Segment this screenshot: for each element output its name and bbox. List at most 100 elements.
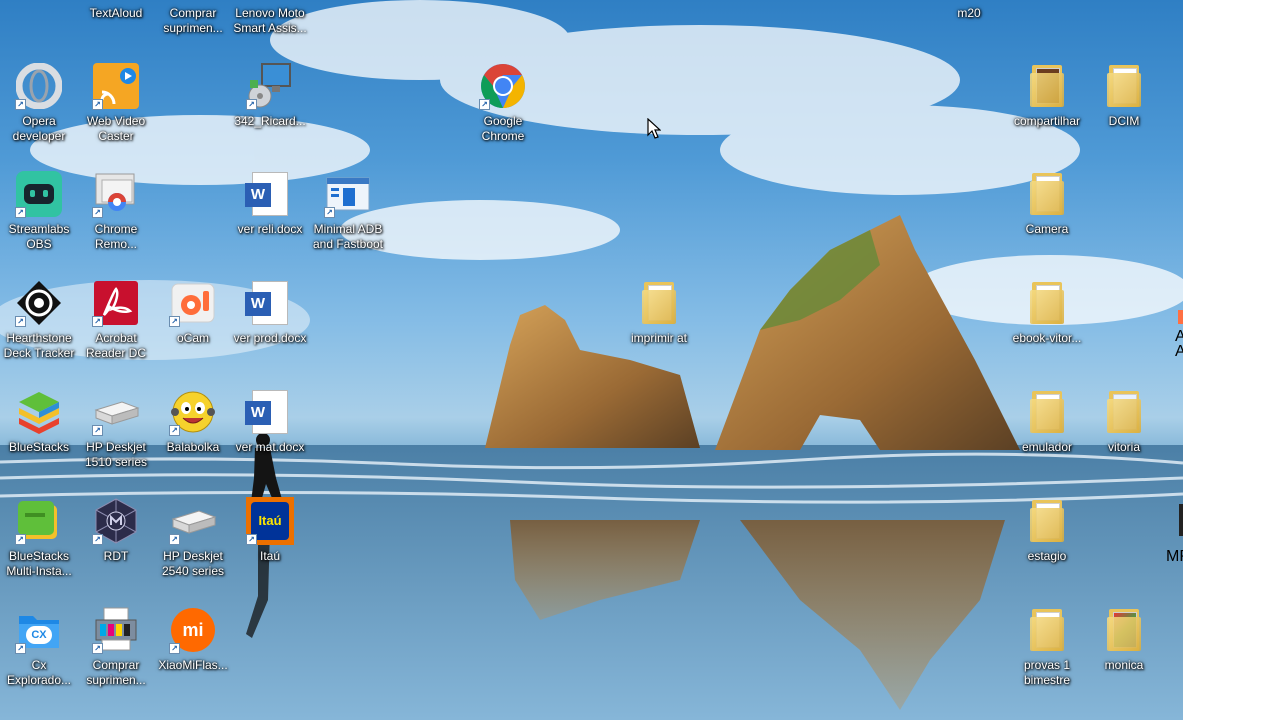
word-document-icon: W [245,279,294,327]
desktop-icon-web-video-caster[interactable]: ↗ Web Video Caster [77,62,155,144]
icon-label: emulador [1021,440,1073,454]
desktop-icon-342-ricardo[interactable]: ↗ 342_Ricard... [231,62,309,129]
icon-label: Minimal ADB and Fastboot [312,222,384,251]
desktop-icon-bluestacks-multi-instance[interactable]: ↗ BlueStacks Multi-Insta... [0,497,78,579]
desktop-icon-streamlabs-obs[interactable]: ↗ Streamlabs OBS [0,170,78,252]
desktop-icon-ebook-vitor[interactable]: ebook-vitor... [1008,279,1086,346]
shortcut-arrow-icon: ↗ [15,643,26,654]
icon-label: estagio [1027,549,1067,563]
desktop-icon-m20[interactable]: m20 [930,0,1008,21]
desktop-icon-estagio[interactable]: estagio [1008,497,1086,564]
shortcut-arrow-icon: ↗ [246,99,257,110]
icon-label: Hearthstone Deck Tracker [3,331,75,360]
folder-icon [1023,497,1071,545]
desktop-icon-ver-reli-docx[interactable]: W ver reli.docx [231,170,309,237]
shortcut-arrow-icon: ↗ [15,534,26,545]
shortcut-arrow-icon: ↗ [92,99,103,110]
desktop-icon-hp-deskjet-1510[interactable]: ↗ HP Deskjet 1510 series [77,388,155,470]
folder-icon [1023,388,1071,436]
desktop-icon-partial-a[interactable]: A A [1172,310,1183,360]
icon-label: ver prod.docx [233,331,307,345]
desktop-icon-vitoria[interactable]: vitoria [1085,388,1163,455]
desktop-icon-comprar-suprimentos-2[interactable]: ↗ Comprar suprimen... [77,606,155,688]
web-video-caster-icon: ↗ [92,62,140,110]
shortcut-arrow-icon: ↗ [169,534,180,545]
icon-label: Lenovo Moto Smart Assis... [233,6,307,35]
shortcut-arrow-icon: ↗ [92,643,103,654]
icon-label: Cx Explorado... [6,658,72,687]
shortcut-arrow-icon: ↗ [169,643,180,654]
desktop-icon-hearthstone-deck-tracker[interactable]: ↗ Hearthstone Deck Tracker [0,279,78,361]
icon-label: oCam [176,331,209,345]
desktop-icon-acrobat-reader[interactable]: ↗ Acrobat Reader DC [77,279,155,361]
desktop-icon-minimal-adb[interactable]: ↗ Minimal ADB and Fastboot [309,170,387,252]
desktop-icon-hp-deskjet-2540[interactable]: ↗ HP Deskjet 2540 series [154,497,232,579]
icon-label: Itaú [259,549,280,563]
icon-label: BlueStacks [8,440,70,454]
acrobat-reader-icon: ↗ [92,279,140,327]
desktop-icon-cx-explorador[interactable]: CX ↗ Cx Explorado... [0,606,78,688]
desktop-icon-monica[interactable]: monica [1085,606,1163,673]
shortcut-arrow-icon: ↗ [92,316,103,327]
icon-label: ver reli.docx [237,222,303,236]
desktop-icon-ver-mat-docx[interactable]: W ver mat.docx [231,388,309,455]
desktop-icon-chrome-remote[interactable]: ↗ Chrome Remo... [77,170,155,252]
folder-icon [1100,388,1148,436]
xiaomi-mi-icon: mi ↗ [169,606,217,654]
shortcut-arrow-icon: ↗ [92,534,103,545]
shortcut-arrow-icon: ↗ [92,425,103,436]
mouse-pointer-icon [647,118,661,139]
desktop-icon-balabolka[interactable]: ↗ Balabolka [154,388,232,455]
icon-label: Acrobat Reader DC [85,331,147,360]
shortcut-arrow-icon: ↗ [15,316,26,327]
desktop-icon-opera-developer[interactable]: ↗ Opera developer [0,62,78,144]
icon-label: Streamlabs OBS [8,222,70,251]
desktop-icon-lenovo-moto[interactable]: Lenovo Moto Smart Assis... [231,0,309,36]
icon-label: Google Chrome [481,114,525,143]
desktop-icon-dcim[interactable]: DCIM [1085,62,1163,129]
icon-label: compartilhar [1013,114,1081,128]
icon-label: monica [1104,658,1144,672]
desktop-icon-camera[interactable]: Camera [1008,170,1086,237]
icon-label: A [1175,343,1183,360]
printer-icon: ↗ [92,388,140,436]
shortcut-arrow-icon: ↗ [246,534,257,545]
desktop-icon-xiaomiflash[interactable]: mi ↗ XiaoMiFlas... [154,606,232,673]
printer-icon: ↗ [169,497,217,545]
desktop-icon-emulador[interactable]: emulador [1008,388,1086,455]
rdt-hexagon-icon: ↗ [92,497,140,545]
bluestacks-icon [15,388,63,436]
shortcut-arrow-icon: ↗ [479,99,490,110]
desktop-icon-textaloud[interactable]: TextAloud [77,0,155,21]
desktop-icon-compartilhar[interactable]: compartilhar [1008,62,1086,129]
shortcut-arrow-icon: ↗ [169,425,180,436]
desktop-icon-google-chrome[interactable]: ↗ Google Chrome [464,62,542,144]
folder-icon [1023,279,1071,327]
installer-computer-icon: ↗ [246,62,294,110]
opera-icon: ↗ [15,62,63,110]
desktop-icon-ocam[interactable]: ↗ oCam [154,279,232,346]
icon-label: provas 1 bimestre [1023,658,1071,687]
chrome-remote-desktop-icon: ↗ [92,170,140,218]
desktop-icon-imprimir-at[interactable]: imprimir at [620,279,698,346]
desktop-icon-partial-mp[interactable]: MP [1160,500,1183,570]
shortcut-arrow-icon: ↗ [324,207,335,218]
icon-label: ebook-vitor... [1012,331,1082,345]
cx-explorer-folder-icon: CX ↗ [15,606,63,654]
minimal-adb-window-icon: ↗ [324,170,372,218]
desktop-icon-comprar-suprimentos[interactable]: Comprar suprimen... [154,0,232,36]
desktop-area[interactable]: TextAloud Comprar suprimen... Lenovo Mot… [0,0,1183,720]
desktop-icon-rdt[interactable]: ↗ RDT [77,497,155,564]
icon-label: RDT [103,549,129,563]
desktop-icon-bluestacks[interactable]: BlueStacks [0,388,78,455]
icon-label: TextAloud [89,6,143,20]
icon-label: Opera developer [12,114,66,143]
word-document-icon: W [245,170,294,218]
icon-label: Comprar suprimen... [163,6,223,35]
folder-icon [635,279,683,327]
desktop-icon-ver-prod-docx[interactable]: W ver prod.docx [231,279,309,346]
desktop-icon-provas-1-bimestre[interactable]: provas 1 bimestre [1008,606,1086,688]
desktop-icon-itau[interactable]: Itaú ↗ Itaú [231,497,309,564]
hearthstone-deck-tracker-icon: ↗ [15,279,63,327]
streamlabs-icon: ↗ [15,170,63,218]
